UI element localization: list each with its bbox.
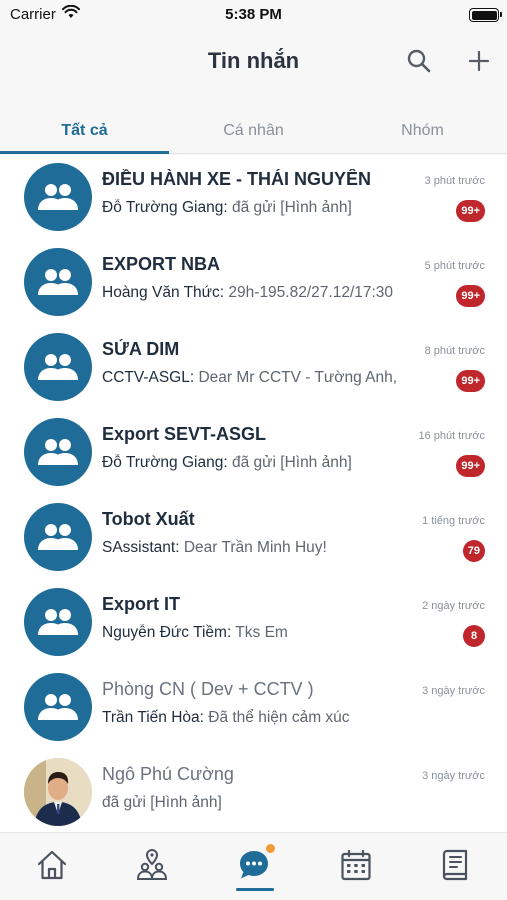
conversation-name: Phòng CN ( Dev + CCTV ) <box>102 679 314 699</box>
search-icon <box>407 49 431 73</box>
group-avatar-icon <box>38 354 78 380</box>
preview-text: đã gửi [Hình ảnh] <box>102 794 222 811</box>
unread-badge: 99+ <box>456 455 485 477</box>
book-icon <box>442 849 468 881</box>
preview-text: Dear Trần Minh Huy! <box>179 539 327 556</box>
conversation-row[interactable]: ĐIỀU HÀNH XE - THÁI NGUYÊN 3 phút trước Đỗ… <box>0 155 507 240</box>
conversation-name: Export SEVT-ASGL <box>102 424 267 444</box>
conversation-time: 1 tiếng trước <box>422 515 485 527</box>
group-avatar <box>24 248 92 316</box>
preview-sender: CCTV-ASGL: <box>102 369 195 386</box>
add-conversation-button[interactable] <box>464 46 494 76</box>
conversation-row[interactable]: Export IT 2 ngày trước Nguyễn Đức Tiềm: Tk… <box>0 580 507 665</box>
header: Tin nhắn <box>0 30 507 108</box>
conversation-time: 8 phút trước <box>424 345 485 357</box>
group-avatar <box>24 503 92 571</box>
unread-badge: 99+ <box>456 370 485 392</box>
tab-all[interactable]: Tất cả <box>0 108 169 154</box>
preview-sender: Hoàng Văn Thức: <box>102 284 225 301</box>
conversation-name: SỬA DIM <box>102 339 180 359</box>
calendar-icon <box>341 849 371 881</box>
unread-badge: 99+ <box>456 285 485 307</box>
conversation-name: ĐIỀU HÀNH XE - THÁI NGUYÊN <box>102 169 372 189</box>
message-preview: SAssistant: Dear Trần Minh Huy! <box>102 539 442 557</box>
conversation-name: EXPORT NBA <box>102 254 221 274</box>
message-preview: đã gửi [Hình ảnh] <box>102 794 442 812</box>
preview-text: Tks Em <box>231 624 288 641</box>
group-avatar-icon <box>38 439 78 465</box>
nav-messages[interactable] <box>236 847 272 883</box>
unread-badge: 79 <box>462 540 485 562</box>
message-preview: Hoàng Văn Thức: 29h-195.82/27.12/17:30 <box>102 284 442 302</box>
user-photo <box>24 758 92 826</box>
group-avatar-icon <box>38 524 78 550</box>
nav-calendar[interactable] <box>338 847 374 883</box>
conversation-row[interactable]: Ngô Phú Cường 3 ngày trước đã gửi [Hình ản… <box>0 750 507 832</box>
conversation-row[interactable]: Export SEVT-ASGL 16 phút trước Đỗ Trường G… <box>0 410 507 495</box>
conversation-list[interactable]: ĐIỀU HÀNH XE - THÁI NGUYÊN 3 phút trước Đỗ… <box>0 155 507 832</box>
clock: 5:38 PM <box>225 6 282 23</box>
conversation-row[interactable]: Tobot Xuất 1 tiếng trước SAssistant: Dear … <box>0 495 507 580</box>
conversation-name: Tobot Xuất <box>102 509 195 529</box>
message-preview: CCTV-ASGL: Dear Mr CCTV - Tường Anh, <box>102 369 442 387</box>
conversation-row[interactable]: SỬA DIM 8 phút trước CCTV-ASGL: Dear Mr CC… <box>0 325 507 410</box>
conversation-row[interactable]: Phòng CN ( Dev + CCTV ) 3 ngày trước Trần … <box>0 665 507 750</box>
group-avatar <box>24 163 92 231</box>
message-preview: Đỗ Trường Giang: đã gửi [Hình ảnh] <box>102 454 442 472</box>
message-preview: Trần Tiến Hòa: Đã thể hiện cảm xúc <box>102 709 442 727</box>
nav-documents[interactable] <box>438 847 474 883</box>
group-avatar <box>24 418 92 486</box>
tab-indicator <box>0 151 169 154</box>
group-avatar <box>24 588 92 656</box>
preview-text: Đã thể hiện cảm xúc <box>203 709 350 726</box>
tab-personal[interactable]: Cá nhân <box>169 108 338 154</box>
group-avatar <box>24 673 92 741</box>
unread-badge: 8 <box>463 625 485 647</box>
tab-group[interactable]: Nhóm <box>338 108 507 154</box>
avatar <box>24 758 92 826</box>
unread-badge: 99+ <box>456 200 485 222</box>
conversation-time: 3 phút trước <box>424 175 485 187</box>
preview-sender: Trần Tiến Hòa: <box>102 709 204 726</box>
conversation-name: Export IT <box>102 594 181 614</box>
conversation-name: Ngô Phú Cường <box>102 764 234 784</box>
group-avatar-icon <box>38 184 78 210</box>
group-avatar-icon <box>38 609 78 635</box>
conversation-time: 16 phút trước <box>418 430 485 442</box>
preview-sender: SAssistant: <box>102 539 180 556</box>
chat-icon <box>240 851 268 879</box>
preview-sender: Nguyễn Đức Tiềm: <box>102 624 232 641</box>
plus-icon <box>468 50 490 72</box>
group-avatar <box>24 333 92 401</box>
conversation-time: 5 phút trước <box>424 260 485 272</box>
tab-bar: Tất cả Cá nhân Nhóm <box>0 108 507 154</box>
message-preview: Đỗ Trường Giang: đã gửi [Hình ảnh] <box>102 199 442 217</box>
preview-text: Dear Mr CCTV - Tường Anh, <box>194 369 398 386</box>
location-people-icon <box>136 848 168 880</box>
bottom-nav <box>0 832 507 900</box>
preview-sender: Đỗ Trường Giang: <box>102 454 228 471</box>
conversation-time: 3 ngày trước <box>422 685 485 697</box>
nav-home[interactable] <box>34 847 70 883</box>
group-avatar-icon <box>38 269 78 295</box>
conversation-row[interactable]: EXPORT NBA 5 phút trước Hoàng Văn Thức: 29… <box>0 240 507 325</box>
conversation-time: 3 ngày trước <box>422 770 485 782</box>
search-button[interactable] <box>404 46 434 76</box>
group-avatar-icon <box>38 694 78 720</box>
preview-sender: Đỗ Trường Giang: <box>102 199 228 216</box>
preview-text: đã gửi [Hình ảnh] <box>227 454 352 471</box>
message-preview: Nguyễn Đức Tiềm: Tks Em <box>102 624 442 642</box>
home-icon <box>37 850 67 880</box>
nav-active-indicator <box>236 888 274 891</box>
notification-dot <box>266 844 275 853</box>
status-bar: Carrier 5:38 PM <box>0 0 507 30</box>
preview-text: 29h-195.82/27.12/17:30 <box>224 284 394 301</box>
battery-icon <box>469 8 502 22</box>
preview-text: đã gửi [Hình ảnh] <box>227 199 352 216</box>
nav-locations[interactable] <box>134 847 170 883</box>
conversation-time: 2 ngày trước <box>422 600 485 612</box>
